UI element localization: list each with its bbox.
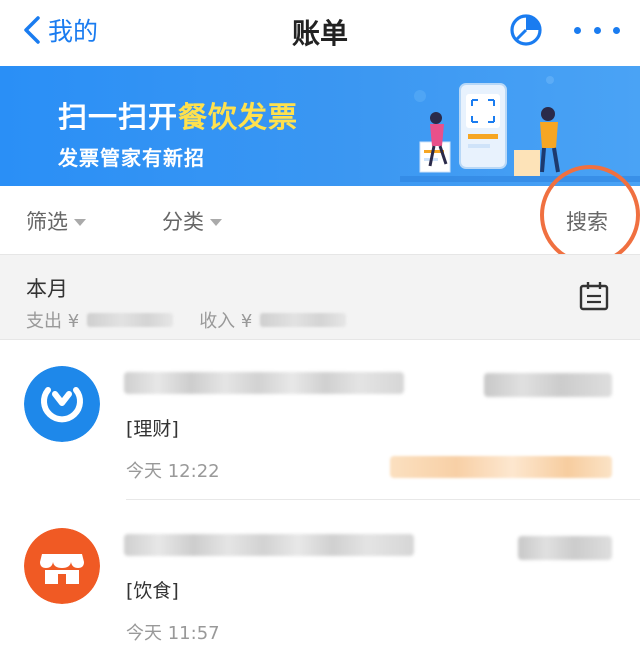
pie-chart-icon[interactable]: [508, 12, 544, 48]
banner-headline: 扫一扫开餐饮发票: [58, 100, 299, 134]
bill-list-item[interactable]: [饮食] 今天 11:57: [0, 500, 640, 660]
caret-down-icon: [210, 218, 222, 226]
income-label: 收入 ¥: [199, 311, 253, 332]
item-title-redacted: [124, 372, 404, 394]
page-title: 账单: [291, 17, 348, 50]
month-totals: 支出 ¥ 收入 ¥: [26, 307, 372, 333]
caret-down-icon: [74, 218, 86, 226]
item-time: 今天 11:57: [126, 623, 220, 644]
calendar-icon[interactable]: [578, 280, 610, 312]
item-time: 今天 12:22: [126, 461, 220, 482]
month-title: 本月: [26, 277, 68, 301]
item-amount-redacted: [518, 536, 612, 560]
income-amount-redacted: [260, 313, 347, 327]
item-category: [理财]: [126, 418, 179, 440]
nav-bar: 我的 账单: [0, 0, 640, 64]
item-amount-redacted: [484, 373, 612, 397]
wealth-icon: [24, 366, 100, 442]
category-dropdown[interactable]: 分类: [162, 206, 222, 236]
banner-highlight: 餐饮发票: [178, 100, 299, 134]
more-dots-icon[interactable]: [574, 14, 620, 46]
filter-bar: 筛选 分类 搜索: [0, 186, 640, 254]
banner-illustration: [400, 76, 640, 182]
item-category: [饮食]: [126, 580, 179, 602]
month-summary-section: 本月 支出 ¥ 收入 ¥: [0, 254, 640, 340]
expense-amount-redacted: [87, 313, 174, 327]
banner-subtitle: 发票管家有新招: [58, 146, 205, 170]
store-icon: [24, 528, 100, 604]
promo-banner[interactable]: 扫一扫开餐饮发票 发票管家有新招: [0, 66, 640, 186]
search-button[interactable]: 搜索: [566, 206, 608, 236]
item-title-redacted: [124, 534, 414, 556]
filter-dropdown[interactable]: 筛选: [26, 206, 86, 236]
expense-label: 支出 ¥: [26, 311, 80, 332]
item-note-redacted: [390, 456, 612, 478]
bill-list-item[interactable]: [理财] 今天 12:22: [0, 340, 640, 500]
